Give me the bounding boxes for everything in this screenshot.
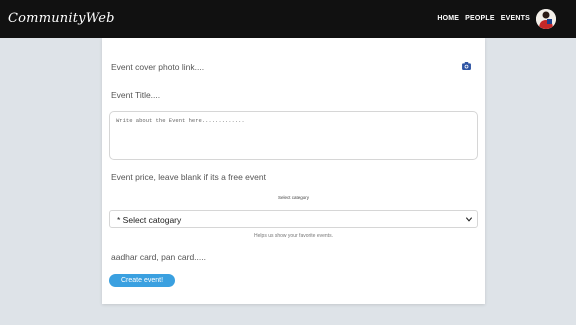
camera-icon[interactable]: [462, 62, 471, 70]
nav-link-events[interactable]: EVENTS: [501, 15, 530, 22]
create-event-form: Select category * Select catogary Helps …: [102, 38, 485, 304]
event-title-input[interactable]: [111, 87, 475, 103]
chevron-down-icon: [466, 217, 472, 222]
nav-link-home[interactable]: HOME: [437, 15, 459, 22]
category-selected-value: * Select catogary: [117, 215, 182, 225]
id-proof-input[interactable]: [111, 249, 475, 265]
avatar-image: [536, 9, 556, 29]
nav-links: HOME PEOPLE EVENTS: [437, 15, 530, 22]
brand-logo[interactable]: CommunityWeb: [8, 11, 115, 26]
category-helper-text: Helps us show your favorite events.: [254, 233, 333, 239]
event-price-input[interactable]: [111, 169, 475, 185]
nav-link-people[interactable]: PEOPLE: [465, 15, 495, 22]
category-select[interactable]: * Select catogary: [109, 210, 478, 228]
event-description-textarea[interactable]: [109, 111, 478, 160]
create-event-button[interactable]: Create event!: [109, 274, 175, 287]
cover-photo-input[interactable]: [111, 59, 475, 75]
navbar: CommunityWeb HOME PEOPLE EVENTS: [0, 0, 576, 38]
category-label: Select category: [277, 195, 310, 200]
user-avatar[interactable]: [536, 9, 556, 29]
